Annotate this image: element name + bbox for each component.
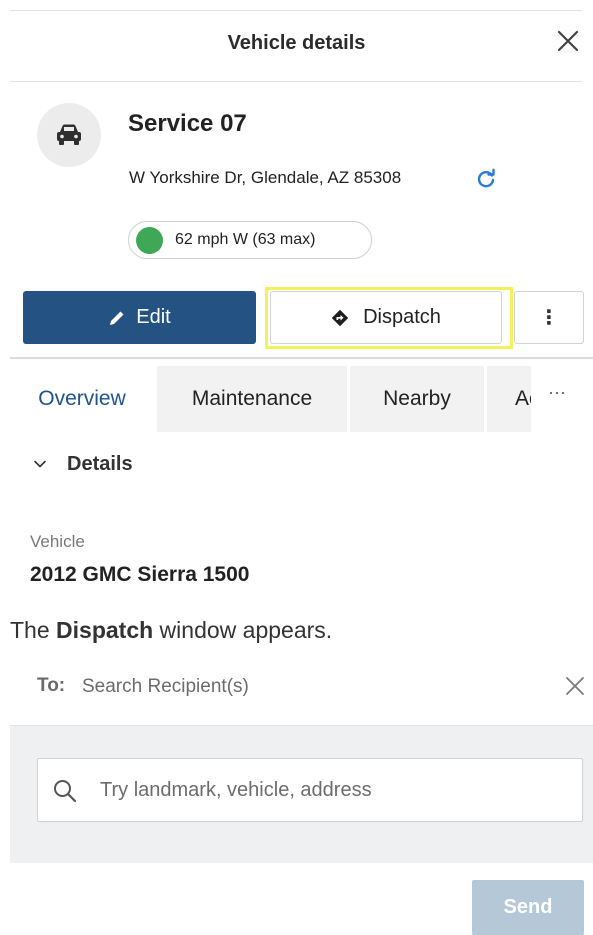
pencil-icon	[110, 311, 124, 325]
vehicle-field-label: Vehicle	[30, 532, 85, 551]
location-search-input[interactable]	[100, 774, 570, 806]
chevron-down-icon[interactable]	[33, 457, 47, 471]
vehicle-field-value: 2012 GMC Sierra 1500	[30, 563, 250, 586]
tab-maintenance[interactable]: Maintenance	[157, 366, 347, 432]
vehicle-address: W Yorkshire Dr, Glendale, AZ 85308	[129, 168, 402, 187]
more-vertical-icon: ⋮	[539, 307, 559, 329]
to-label: To:	[37, 675, 66, 696]
send-button[interactable]: Send	[472, 880, 584, 935]
tabs-divider	[10, 357, 593, 359]
panel-title: Vehicle details	[227, 32, 366, 54]
directions-diamond-icon	[331, 309, 349, 326]
instruction-bold: Dispatch	[56, 617, 154, 643]
speed-status-text: 62 mph W (63 max)	[175, 231, 316, 248]
top-divider	[10, 10, 582, 11]
tab-overview[interactable]: Overview	[10, 366, 154, 432]
car-icon	[57, 124, 81, 145]
close-icon[interactable]	[565, 676, 585, 696]
tabs-overflow-icon[interactable]: ···	[548, 382, 588, 403]
status-dot-icon	[136, 227, 163, 254]
send-label: Send	[503, 896, 553, 918]
edit-label: Edit	[136, 306, 171, 328]
edit-button[interactable]: Edit	[23, 291, 256, 344]
tab-nearby[interactable]: Nearby	[350, 366, 484, 432]
more-options-button[interactable]: ⋮	[514, 291, 584, 344]
instruction-text: The Dispatch window appears.	[10, 617, 333, 643]
search-icon	[52, 778, 78, 804]
recipient-search-input[interactable]	[82, 673, 502, 701]
vehicle-avatar	[37, 103, 101, 167]
details-section-toggle[interactable]: Details	[67, 453, 133, 476]
header-divider	[10, 81, 582, 82]
dispatch-label: Dispatch	[363, 306, 441, 328]
vehicle-name: Service 07	[128, 110, 247, 137]
refresh-icon[interactable]	[475, 168, 497, 190]
tab-activity-truncated[interactable]: Ac	[487, 366, 531, 432]
dispatch-button[interactable]: Dispatch	[270, 291, 502, 344]
close-icon[interactable]	[555, 28, 581, 54]
